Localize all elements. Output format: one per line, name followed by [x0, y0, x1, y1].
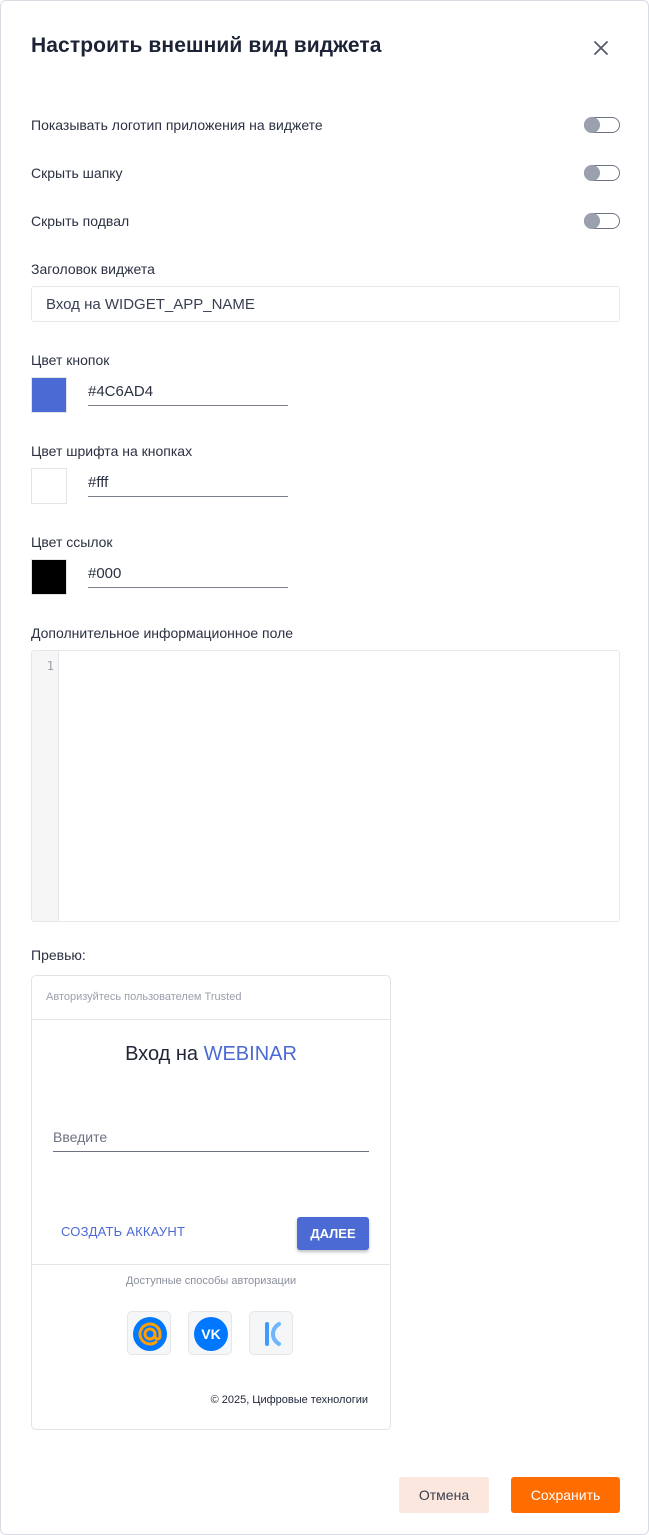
editor-gutter: 1 — [32, 651, 59, 921]
svg-text:VK: VK — [201, 1326, 220, 1342]
close-icon[interactable] — [589, 36, 613, 60]
editor-content[interactable] — [60, 651, 619, 921]
vk-icon: VK — [194, 1317, 228, 1351]
button-color-label: Цвет кнопок — [31, 352, 110, 368]
widget-title-input[interactable] — [31, 286, 620, 322]
widget-preview: Авторизуйтесь пользователем Trusted Вход… — [31, 975, 391, 1430]
auth-methods-label: Доступные способы авторизации — [125, 1275, 297, 1287]
extra-field-code-editor: 1 — [31, 650, 620, 922]
preview-input-underline — [53, 1151, 369, 1152]
toggle-row-show-logo: Показывать логотип приложения на виджете — [31, 114, 620, 138]
toggle-label: Скрыть шапку — [31, 165, 123, 181]
toggle-label: Показывать логотип приложения на виджете — [31, 117, 323, 133]
button-color-swatch[interactable] — [31, 377, 67, 413]
extra-field-label: Дополнительное информационное поле — [31, 625, 294, 641]
show-logo-toggle[interactable] — [584, 116, 620, 133]
button-font-color-input[interactable] — [88, 469, 288, 497]
create-account-link[interactable]: СОЗДАТЬ АККАУНТ — [61, 1224, 185, 1239]
vk-login-button[interactable]: VK — [188, 1311, 232, 1355]
toggle-row-hide-footer: Скрыть подвал — [31, 210, 620, 234]
k-icon — [265, 1322, 281, 1346]
preview-footer: © 2025, Цифровые технологии — [210, 1394, 368, 1406]
line-number: 1 — [46, 659, 54, 673]
preview-divider — [32, 1264, 390, 1265]
preview-title: Вход на WEBINAR — [32, 1043, 390, 1066]
toggle-knob — [584, 116, 600, 133]
dialog-title: Настроить внешний вид виджета — [31, 34, 382, 57]
toggle-knob — [584, 164, 600, 181]
button-color-input[interactable] — [88, 378, 288, 406]
widget-appearance-dialog: Настроить внешний вид виджета Показывать… — [0, 0, 649, 1535]
kontur-login-button[interactable] — [249, 1311, 293, 1355]
toggle-row-hide-header: Скрыть шапку — [31, 162, 620, 186]
preview-header: Авторизуйтесь пользователем Trusted — [32, 976, 390, 1020]
toggle-label: Скрыть подвал — [31, 213, 130, 229]
hide-footer-toggle[interactable] — [584, 212, 620, 229]
at-sign-icon — [133, 1317, 167, 1351]
save-button[interactable]: Сохранить — [511, 1477, 620, 1513]
cancel-button[interactable]: Отмена — [399, 1477, 489, 1513]
preview-header-text: Авторизуйтесь пользователем Trusted — [46, 991, 242, 1003]
button-font-color-label: Цвет шрифта на кнопках — [31, 443, 193, 459]
toggle-knob — [584, 212, 600, 229]
next-button[interactable]: ДАЛЕЕ — [297, 1217, 369, 1250]
preview-title-prefix: Вход на — [125, 1043, 204, 1065]
link-color-label: Цвет ссылок — [31, 534, 113, 550]
link-color-input[interactable] — [88, 560, 288, 588]
link-color-swatch[interactable] — [31, 559, 67, 595]
widget-title-label: Заголовок виджета — [31, 261, 155, 277]
button-font-color-swatch[interactable] — [31, 468, 67, 504]
preview-title-app: WEBINAR — [203, 1043, 297, 1065]
hide-header-toggle[interactable] — [584, 164, 620, 181]
preview-label: Превью: — [31, 947, 86, 963]
mail-ru-login-button[interactable] — [127, 1311, 171, 1355]
preview-login-input[interactable]: Введите — [53, 1129, 107, 1145]
